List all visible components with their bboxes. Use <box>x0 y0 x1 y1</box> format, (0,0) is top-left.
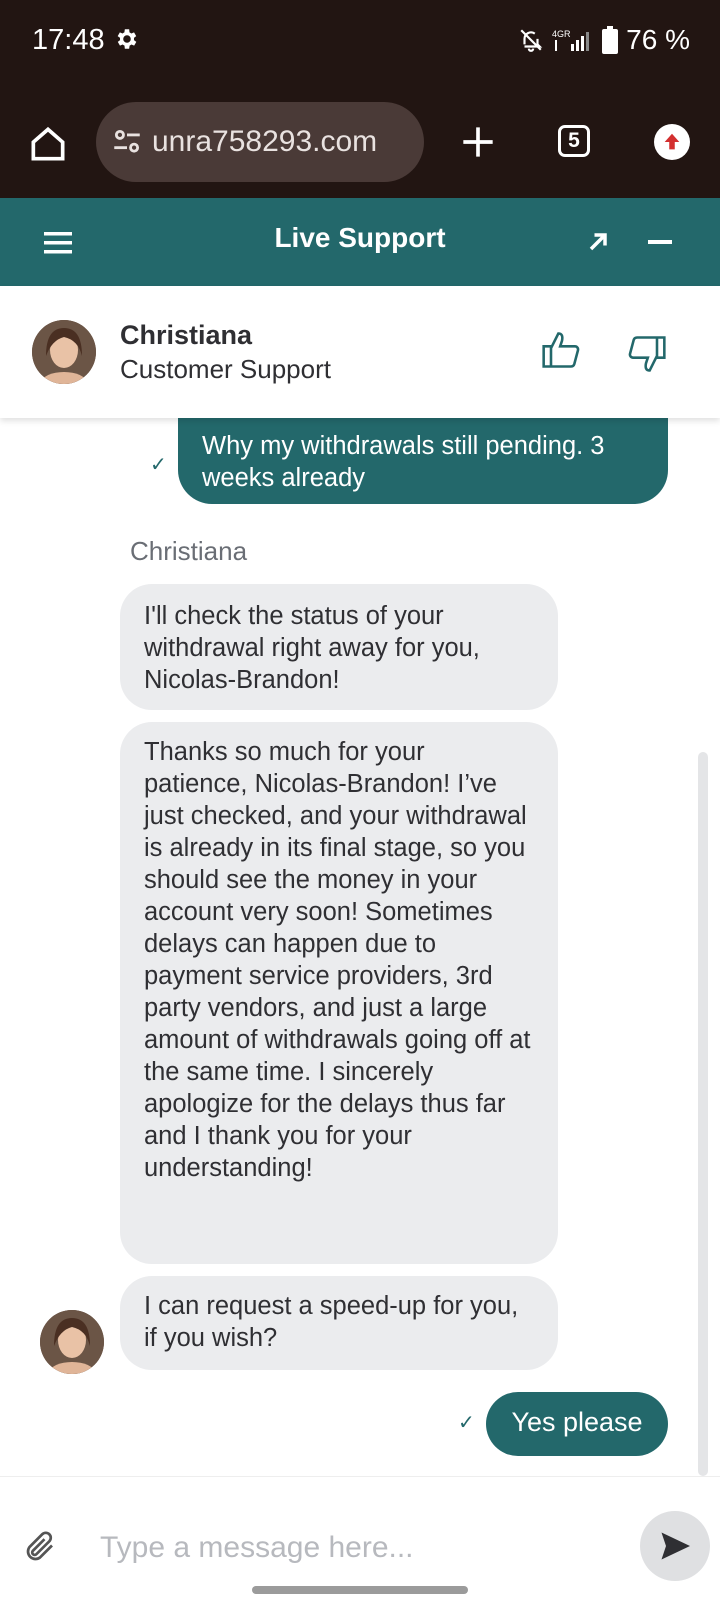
agent-info-bar: Christiana Customer Support <box>0 286 720 418</box>
site-settings-icon[interactable] <box>110 125 144 159</box>
expand-icon[interactable] <box>584 228 612 256</box>
thumbs-down-icon[interactable] <box>624 332 668 376</box>
sender-label: Christiana <box>130 536 248 566</box>
paperclip-icon[interactable] <box>22 1529 58 1565</box>
minimize-icon[interactable] <box>648 240 672 244</box>
gear-icon <box>117 29 137 49</box>
status-icons: 4G R 76 % <box>518 24 690 56</box>
read-check-icon: ✓ <box>458 1412 475 1434</box>
address-bar[interactable]: unra758293.com <box>96 102 424 182</box>
battery-icon <box>602 26 619 54</box>
user-message: Why my withdrawals still pending. 3 week… <box>178 418 668 504</box>
send-icon <box>661 1532 690 1560</box>
agent-role: Customer Support <box>120 354 331 384</box>
tab-switcher-button[interactable]: 5 <box>558 125 590 157</box>
agent-name: Christiana <box>120 320 253 350</box>
agent-message: I can request a speed-up for you, if you… <box>120 1276 558 1370</box>
user-message: Yes please <box>486 1392 668 1456</box>
thumbs-up-icon[interactable] <box>540 328 584 372</box>
plus-icon[interactable] <box>456 120 500 164</box>
support-header: Live Support <box>0 198 720 286</box>
agent-message: I'll check the status of your withdrawal… <box>120 584 558 710</box>
chat-area[interactable]: ✓ Why my withdrawals still pending. 3 we… <box>0 418 720 1476</box>
chat-scrollbar[interactable] <box>698 752 708 1476</box>
battery-percentage: 76 % <box>626 24 690 55</box>
status-time: 17:48 <box>32 24 105 56</box>
status-bar: 17:48 4G R 76 % <box>0 0 720 88</box>
signal-icon: 4G R <box>552 29 590 51</box>
header-title: Live Support <box>274 222 446 253</box>
update-icon[interactable] <box>654 124 690 160</box>
read-check-icon: ✓ <box>150 454 167 476</box>
svg-text:4G: 4G <box>552 29 564 39</box>
home-icon[interactable] <box>26 122 70 166</box>
bell-off-icon <box>520 29 543 52</box>
avatar <box>40 1310 104 1374</box>
send-button[interactable] <box>640 1511 710 1581</box>
agent-message: Thanks so much for your patience, Nicola… <box>120 722 558 1264</box>
home-indicator[interactable] <box>252 1586 468 1594</box>
avatar <box>32 320 96 384</box>
message-input[interactable] <box>98 1519 602 1577</box>
svg-text:R: R <box>564 29 571 39</box>
url-text[interactable]: unra758293.com <box>152 125 377 159</box>
